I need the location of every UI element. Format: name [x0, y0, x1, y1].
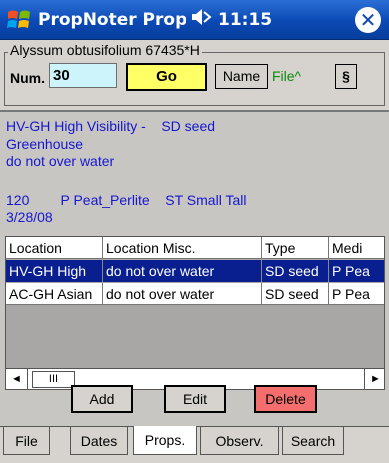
section-button[interactable]: §: [335, 64, 357, 89]
tab-dates[interactable]: Dates: [70, 427, 128, 455]
detail-location-desc: Greenhouse: [6, 136, 84, 152]
windows-start-icon[interactable]: [0, 0, 38, 40]
table-cell: do not over water: [103, 260, 262, 282]
tab-observ[interactable]: Observ.: [200, 427, 279, 455]
file-link[interactable]: File^: [272, 68, 301, 84]
table-cell: SD seed: [262, 283, 329, 305]
table-cell: AC-GH Asian: [6, 283, 103, 305]
clock[interactable]: 11:15: [218, 10, 272, 30]
num-label: Num.: [10, 70, 45, 86]
column-header-type[interactable]: Type: [262, 237, 329, 259]
table-row-selected[interactable]: HV-GH High do not over water SD seed P P…: [6, 260, 384, 282]
go-button[interactable]: Go: [126, 63, 207, 91]
table-cell: P Pea: [332, 263, 370, 279]
app-title: PropNoter Propagatio: [38, 9, 186, 30]
speaker-icon[interactable]: [188, 8, 214, 31]
name-button[interactable]: Name: [215, 64, 268, 89]
table-row[interactable]: AC-GH Asian do not over water SD seed P …: [6, 283, 384, 305]
table-cell: SD seed: [262, 260, 329, 282]
add-button[interactable]: Add: [71, 385, 133, 413]
detail-location-misc: do not over water: [6, 153, 115, 169]
device-screen: PropNoter Propagatio 11:15 ✕ Alyssum obt…: [0, 0, 389, 463]
detail-location-line: HV-GH High Visibility - SD seed: [6, 118, 216, 134]
record-header: Alyssum obtusifolium 67435*H Num. 30 Go …: [0, 40, 389, 110]
delete-button[interactable]: Delete: [254, 385, 317, 413]
props-panel: HV-GH High Visibility - SD seed Greenhou…: [0, 110, 389, 426]
bottom-tab-bar: File Dates Props. Observ. Search: [0, 426, 389, 463]
scroll-thumb[interactable]: III: [32, 371, 75, 388]
tab-search[interactable]: Search: [282, 427, 344, 455]
detail-date: 3/28/08: [6, 209, 53, 225]
table-cell: HV-GH High: [6, 260, 103, 282]
scroll-right-icon[interactable]: ►: [364, 369, 384, 389]
num-input[interactable]: 30: [49, 63, 117, 88]
table-header-row: Location Location Misc. Type Medi: [6, 237, 384, 259]
close-button[interactable]: ✕: [355, 7, 381, 33]
scroll-left-icon[interactable]: ◄: [6, 369, 28, 389]
table-cell: P Pea: [332, 286, 370, 302]
column-header-location-misc[interactable]: Location Misc.: [103, 237, 262, 259]
tab-props[interactable]: Props.: [133, 426, 197, 455]
column-header-location[interactable]: Location: [6, 237, 103, 259]
edit-button[interactable]: Edit: [164, 385, 226, 413]
table-cell: do not over water: [103, 283, 262, 305]
detail-media-line: 120 P Peat_Perlite ST Small Tall: [6, 192, 247, 208]
plant-name-title: Alyssum obtusifolium 67435*H: [8, 42, 202, 58]
title-bar: PropNoter Propagatio 11:15 ✕: [0, 0, 389, 40]
tab-file[interactable]: File: [3, 427, 50, 455]
props-table[interactable]: Location Location Misc. Type Medi HV-GH …: [5, 236, 385, 390]
column-header-media[interactable]: Medi: [329, 237, 384, 259]
